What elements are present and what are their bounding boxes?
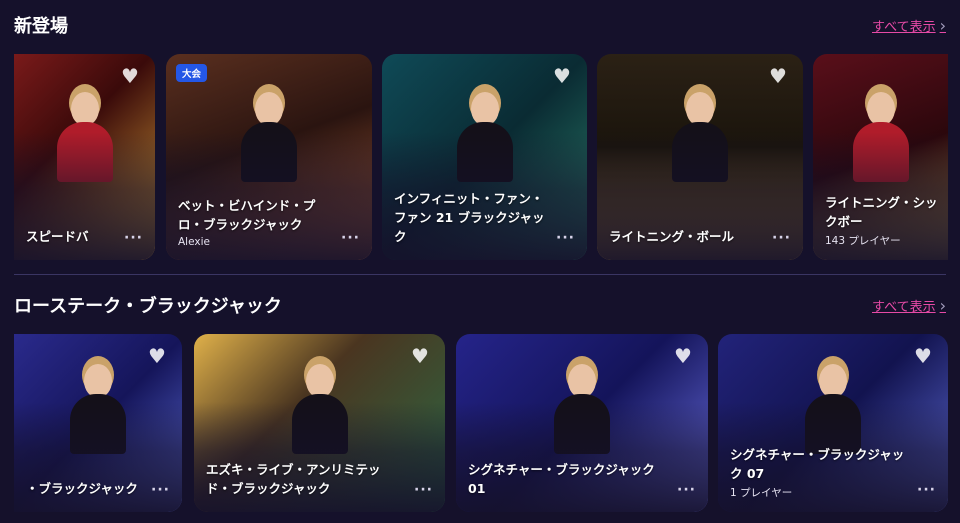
section-header-low-stakes: ローステーク・ブラックジャック すべて表示 › <box>14 292 946 318</box>
game-card[interactable]: ♥ エズキ・ライブ・アンリミテッド・ブラックジャック ··· <box>194 334 445 512</box>
chevron-right-icon: › <box>939 15 946 35</box>
more-options-icon[interactable]: ··· <box>124 230 143 246</box>
section-title: ローステーク・ブラックジャック <box>14 296 282 317</box>
heart-icon[interactable]: ♥ <box>409 346 431 366</box>
view-all-link[interactable]: すべて表示 › <box>872 296 946 315</box>
more-options-icon[interactable]: ··· <box>556 230 575 246</box>
section-header-new: 新登場 すべて表示 › <box>14 12 946 38</box>
heart-icon[interactable]: ♥ <box>551 66 573 86</box>
game-card[interactable]: ライトニング・シックボー 143 プレイヤー <box>813 54 948 260</box>
view-all-link[interactable]: すべて表示 › <box>872 16 946 35</box>
view-all-label: すべて表示 <box>872 19 936 35</box>
game-card[interactable]: ♥ スピードバ ··· <box>14 54 155 260</box>
more-options-icon[interactable]: ··· <box>917 482 936 498</box>
section-divider <box>14 274 946 275</box>
game-title: スピードバ <box>26 229 89 244</box>
game-card[interactable]: ♥ インフィニット・ファン・ファン 21 ブラックジャック ··· <box>382 54 587 260</box>
game-subtitle: 1 プレイヤー <box>730 487 793 499</box>
game-title: ライトニング・シックボー <box>825 195 938 229</box>
more-options-icon[interactable]: ··· <box>772 230 791 246</box>
heart-icon[interactable]: ♥ <box>119 66 141 86</box>
game-card[interactable]: ♥ シグネチャー・ブラックジャック 07 1 プレイヤー ··· <box>718 334 948 512</box>
game-card[interactable]: ♥ ・ブラックジャック ··· <box>14 334 182 512</box>
game-title: シグネチャー・ブラックジャック 07 <box>730 447 905 481</box>
more-options-icon[interactable]: ··· <box>341 230 360 246</box>
view-all-label: すべて表示 <box>872 299 936 315</box>
chevron-right-icon: › <box>939 295 946 315</box>
game-card[interactable]: ♥ ライトニング・ボール ··· <box>597 54 803 260</box>
heart-icon[interactable]: ♥ <box>912 346 934 366</box>
game-title: ライトニング・ボール <box>609 229 735 244</box>
section-title: 新登場 <box>14 16 68 37</box>
more-options-icon[interactable]: ··· <box>677 482 696 498</box>
game-title: ベット・ビハインド・プロ・ブラックジャック <box>178 198 316 232</box>
more-options-icon[interactable]: ··· <box>414 482 433 498</box>
game-title: ・ブラックジャック <box>26 481 138 496</box>
game-subtitle: 143 プレイヤー <box>825 235 901 247</box>
game-title: エズキ・ライブ・アンリミテッド・ブラックジャック <box>206 462 381 496</box>
tournament-badge: 大会 <box>176 64 208 82</box>
game-card[interactable]: 大会 ベット・ビハインド・プロ・ブラックジャック Alexie ··· <box>166 54 372 260</box>
game-title: インフィニット・ファン・ファン 21 ブラックジャック <box>394 191 545 244</box>
heart-icon[interactable]: ♥ <box>146 346 168 366</box>
heart-icon[interactable]: ♥ <box>672 346 694 366</box>
game-title: シグネチャー・ブラックジャック 01 <box>468 462 655 496</box>
game-card[interactable]: ♥ シグネチャー・ブラックジャック 01 ··· <box>456 334 708 512</box>
game-subtitle: Alexie <box>178 236 210 248</box>
heart-icon[interactable]: ♥ <box>767 66 789 86</box>
more-options-icon[interactable]: ··· <box>151 482 170 498</box>
